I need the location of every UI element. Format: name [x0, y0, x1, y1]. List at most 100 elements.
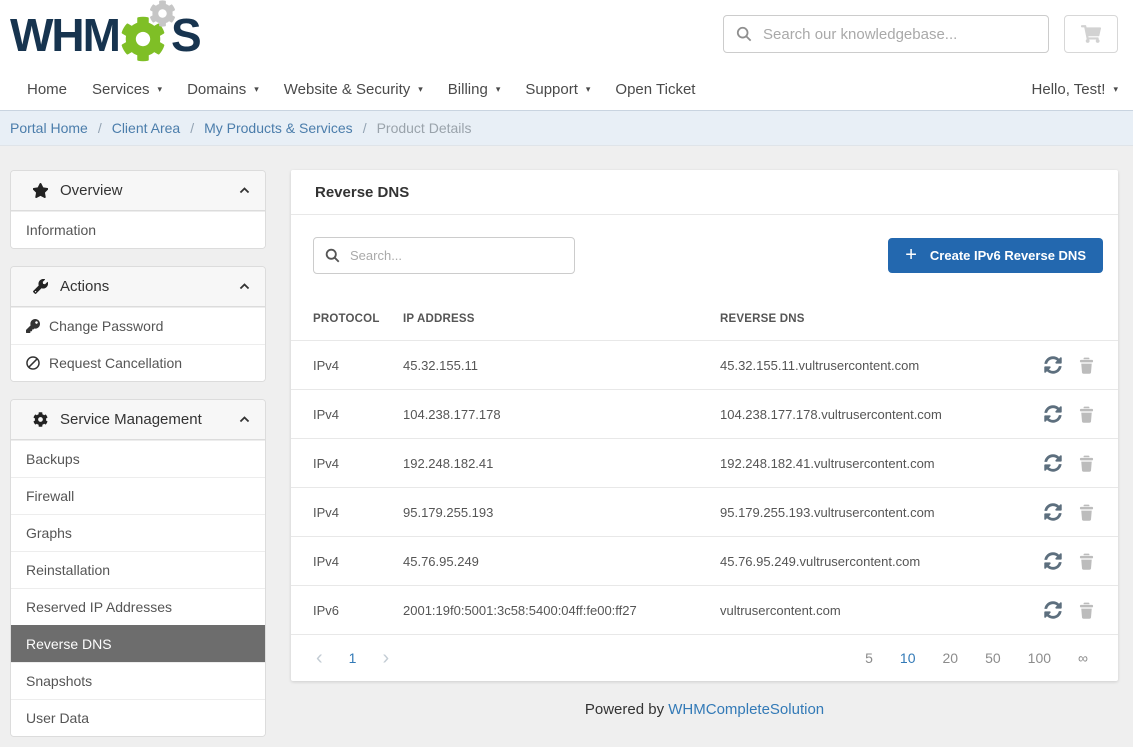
footer-text: Powered by [585, 701, 664, 718]
breadcrumb-client-area[interactable]: Client Area [112, 120, 180, 136]
whmcs-logo: WHM S [10, 10, 200, 58]
pagination: ‹ 1 › 5 10 20 50 100 ∞ [291, 634, 1118, 681]
cell-reverse-dns: 45.32.155.11.vultrusercontent.com [720, 358, 1018, 373]
sidebar-item-information[interactable]: Information [11, 211, 265, 248]
sidebar-panel-actions-header[interactable]: Actions [11, 267, 265, 307]
knowledgebase-search-input[interactable] [763, 26, 1036, 43]
cell-reverse-dns: 95.179.255.193.vultrusercontent.com [720, 505, 1018, 520]
table-search [313, 237, 575, 274]
delete-button[interactable] [1079, 405, 1094, 423]
delete-button[interactable] [1079, 454, 1094, 472]
chevron-down-icon: ▾ [496, 84, 501, 95]
breadcrumb-separator: / [363, 120, 367, 136]
delete-button[interactable] [1079, 503, 1094, 521]
refresh-button[interactable] [1044, 552, 1062, 570]
cell-reverse-dns: 192.248.182.41.vultrusercontent.com [720, 456, 1018, 471]
cell-ip-address: 95.179.255.193 [403, 505, 720, 520]
table-row: IPv4 45.76.95.249 45.76.95.249.vultruser… [291, 536, 1118, 585]
refresh-button[interactable] [1044, 454, 1062, 472]
cell-ip-address: 45.76.95.249 [403, 554, 720, 569]
sidebar-panel-overview-header[interactable]: Overview [11, 171, 265, 211]
chevron-down-icon: ▾ [418, 84, 423, 95]
trash-icon [1079, 357, 1094, 374]
page-size-5[interactable]: 5 [865, 650, 873, 666]
cell-ip-address: 45.32.155.11 [403, 358, 720, 373]
key-icon [26, 319, 40, 333]
breadcrumb-my-products[interactable]: My Products & Services [204, 120, 353, 136]
sidebar-item-reserved-ip-addresses[interactable]: Reserved IP Addresses [11, 588, 265, 625]
cell-protocol: IPv4 [313, 554, 403, 569]
footer: Powered by WHMCompleteSolution [291, 681, 1118, 738]
page-size-50[interactable]: 50 [985, 650, 1001, 666]
sidebar-item-change-password[interactable]: Change Password [11, 307, 265, 344]
star-icon [33, 183, 48, 198]
knowledgebase-search [723, 15, 1049, 53]
breadcrumb-separator: / [98, 120, 102, 136]
cell-protocol: IPv4 [313, 456, 403, 471]
panel-title: Overview [60, 182, 123, 199]
nav-item-services[interactable]: Services▾ [92, 81, 162, 98]
sidebar-panel-service-management: Service Management Backups Firewall Grap… [10, 399, 266, 737]
sidebar-item-graphs[interactable]: Graphs [11, 514, 265, 551]
breadcrumb-portal-home[interactable]: Portal Home [10, 120, 88, 136]
search-icon [736, 26, 752, 42]
table-search-input[interactable] [350, 248, 563, 263]
breadcrumb: Portal Home / Client Area / My Products … [0, 110, 1133, 146]
sidebar-panel-overview: Overview Information [10, 170, 266, 249]
panel-title: Actions [60, 278, 109, 295]
cell-reverse-dns: 45.76.95.249.vultrusercontent.com [720, 554, 1018, 569]
sidebar-item-snapshots[interactable]: Snapshots [11, 662, 265, 699]
sidebar-item-request-cancellation[interactable]: Request Cancellation [11, 344, 265, 381]
chevron-up-icon [238, 280, 251, 293]
page-size-10[interactable]: 10 [900, 650, 916, 666]
column-header-protocol: PROTOCOL [313, 313, 403, 325]
nav-item-support[interactable]: Support▾ [525, 81, 590, 98]
chevron-up-icon [238, 184, 251, 197]
refresh-button[interactable] [1044, 503, 1062, 521]
account-menu[interactable]: Hello, Test!▾ [1032, 81, 1118, 98]
sidebar-item-reverse-dns[interactable]: Reverse DNS [11, 625, 265, 662]
nav-item-domains[interactable]: Domains▾ [187, 81, 259, 98]
create-ipv6-reverse-dns-button[interactable]: + Create IPv6 Reverse DNS [888, 238, 1103, 273]
chevron-up-icon [238, 413, 251, 426]
nav-item-billing[interactable]: Billing▾ [448, 81, 501, 98]
page-title: Reverse DNS [291, 170, 1118, 215]
delete-button[interactable] [1079, 552, 1094, 570]
cell-protocol: IPv4 [313, 505, 403, 520]
refresh-icon [1044, 601, 1062, 619]
plus-icon: + [905, 245, 917, 265]
refresh-button[interactable] [1044, 405, 1062, 423]
cart-button[interactable] [1064, 15, 1118, 53]
refresh-icon [1044, 552, 1062, 570]
refresh-button[interactable] [1044, 356, 1062, 374]
page-size-100[interactable]: 100 [1028, 650, 1051, 666]
pagination-page-1[interactable]: 1 [349, 650, 357, 666]
trash-icon [1079, 602, 1094, 619]
cell-ip-address: 104.238.177.178 [403, 407, 720, 422]
nav-item-home[interactable]: Home [27, 81, 67, 98]
page-size-20[interactable]: 20 [943, 650, 959, 666]
pagination-next-icon[interactable]: › [382, 648, 389, 668]
table-header-row: PROTOCOL IP ADDRESS REVERSE DNS [291, 298, 1118, 340]
sidebar-item-backups[interactable]: Backups [11, 440, 265, 477]
whmcompletesolution-link[interactable]: WHMCompleteSolution [668, 701, 824, 718]
cell-protocol: IPv6 [313, 603, 403, 618]
gear-icon [33, 412, 48, 427]
refresh-button[interactable] [1044, 601, 1062, 619]
sidebar-item-firewall[interactable]: Firewall [11, 477, 265, 514]
nav-item-website-security[interactable]: Website & Security▾ [284, 81, 423, 98]
nav-item-open-ticket[interactable]: Open Ticket [615, 81, 695, 98]
sidebar-item-reinstallation[interactable]: Reinstallation [11, 551, 265, 588]
chevron-down-icon: ▾ [1113, 84, 1118, 95]
ban-icon [26, 356, 40, 370]
page-size-unlimited[interactable]: ∞ [1078, 650, 1088, 666]
trash-icon [1079, 406, 1094, 423]
sidebar-item-user-data[interactable]: User Data [11, 699, 265, 736]
delete-button[interactable] [1079, 601, 1094, 619]
search-icon [325, 248, 340, 263]
wrench-icon [33, 279, 48, 294]
chevron-down-icon: ▾ [586, 84, 591, 95]
sidebar-panel-service-management-header[interactable]: Service Management [11, 400, 265, 440]
pagination-prev-icon[interactable]: ‹ [316, 648, 323, 668]
delete-button[interactable] [1079, 356, 1094, 374]
